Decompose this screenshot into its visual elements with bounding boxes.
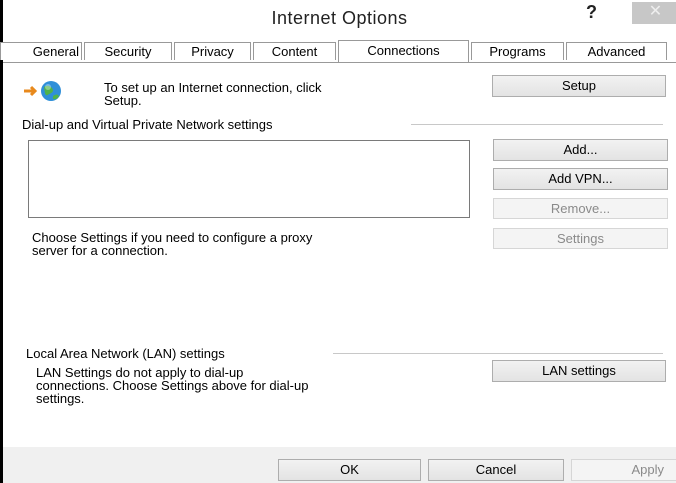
dialog-footer: OK Cancel Apply [3, 447, 676, 483]
window-left-edge [0, 0, 3, 483]
apply-button[interactable]: Apply [571, 459, 676, 481]
add-button[interactable]: Add... [493, 139, 668, 161]
tab-advanced[interactable]: Advanced [566, 42, 667, 60]
tab-general[interactable]: General [0, 42, 82, 60]
tab-strip: General Security Privacy Content Connect… [0, 40, 676, 62]
tab-content[interactable]: Content [253, 42, 336, 60]
lan-group-line [333, 353, 663, 354]
remove-button[interactable]: Remove... [493, 198, 668, 219]
proxy-description: Choose Settings if you need to configure… [32, 230, 313, 258]
tab-divider [3, 62, 676, 63]
help-button[interactable]: ? [586, 2, 597, 23]
title-bar[interactable]: Internet Options ? ✕ [3, 0, 676, 36]
tab-programs[interactable]: Programs [471, 42, 564, 60]
lan-description: LAN Settings do not apply to dial-up con… [36, 365, 309, 406]
dialup-group-label: Dial-up and Virtual Private Network sett… [22, 117, 273, 132]
lan-settings-button[interactable]: LAN settings [492, 360, 666, 382]
internet-connection-icon [24, 81, 61, 101]
dialup-group-line [411, 124, 663, 125]
tab-privacy[interactable]: Privacy [174, 42, 251, 60]
window-title: Internet Options [271, 8, 408, 28]
setup-description: To set up an Internet connection, click … [104, 80, 322, 108]
add-vpn-button[interactable]: Add VPN... [493, 168, 668, 190]
setup-button[interactable]: Setup [492, 75, 666, 97]
settings-button[interactable]: Settings [493, 228, 668, 249]
close-button[interactable]: ✕ [632, 2, 676, 24]
connections-listbox[interactable] [28, 140, 470, 218]
tab-connections[interactable]: Connections [338, 40, 469, 62]
ok-button[interactable]: OK [278, 459, 421, 481]
cancel-button[interactable]: Cancel [428, 459, 564, 481]
tab-security[interactable]: Security [84, 42, 172, 60]
close-icon: ✕ [648, 3, 663, 20]
lan-group-label: Local Area Network (LAN) settings [26, 346, 225, 361]
